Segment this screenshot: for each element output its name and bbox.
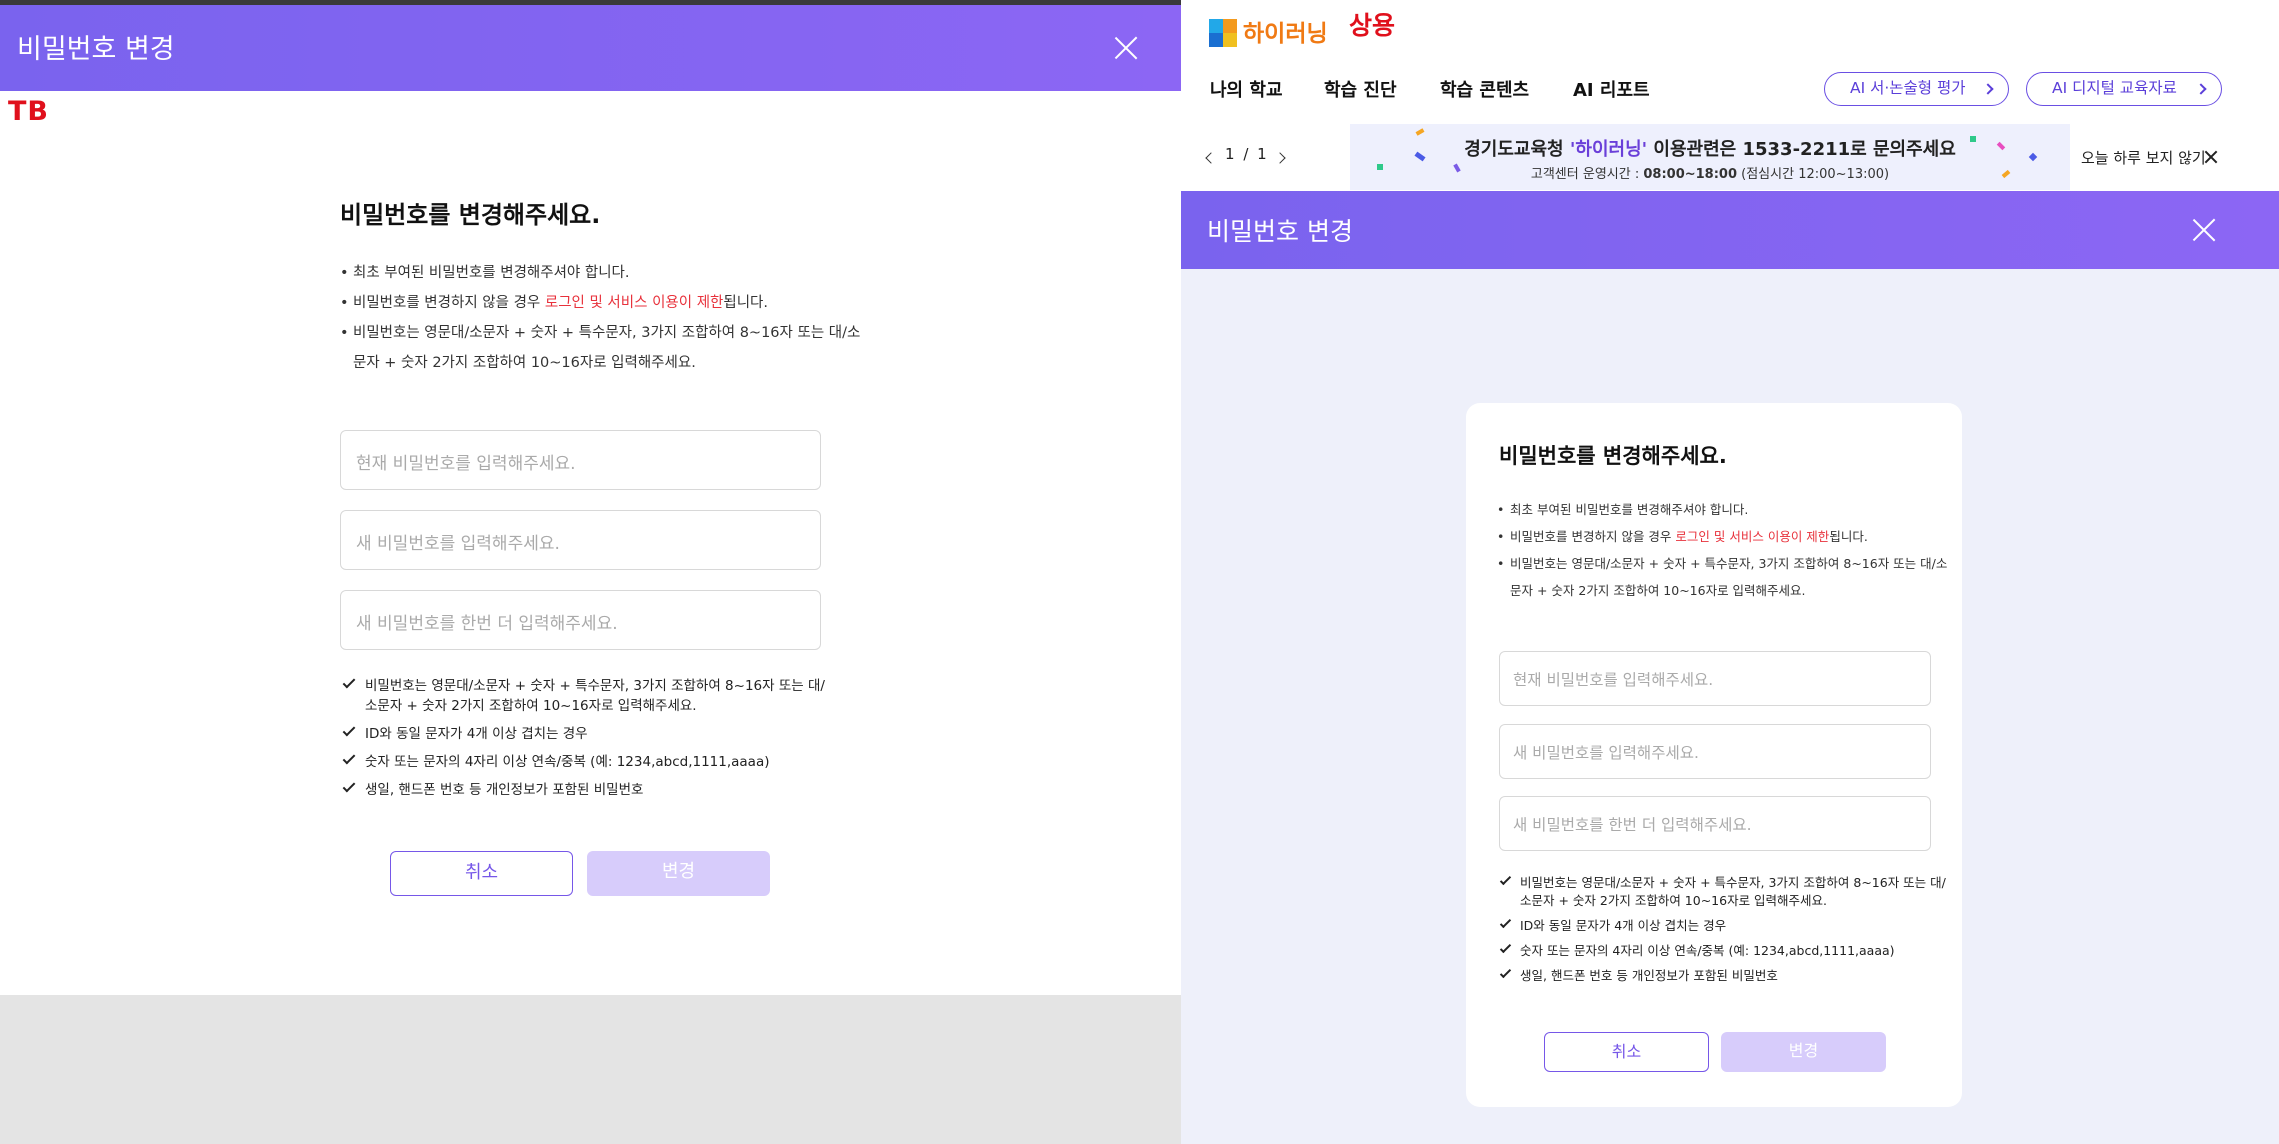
notice-banner[interactable]: 경기도교육청 '하이러닝' 이용관련은 1533-2211로 문의주세요 고객센… bbox=[1350, 124, 2070, 190]
warning-text: 로그인 및 서비스 이용이 제한 bbox=[1675, 529, 1830, 544]
change-button[interactable]: 변경 bbox=[1721, 1032, 1886, 1072]
modal-header: 비밀번호 변경 bbox=[0, 5, 1181, 91]
rule-item: 생일, 핸드폰 번호 등 개인정보가 포함된 비밀번호 bbox=[1499, 966, 1946, 985]
form-heading: 비밀번호를 변경해주세요. bbox=[340, 201, 601, 229]
nav-diagnosis[interactable]: 학습 진단 bbox=[1324, 76, 1397, 102]
close-icon[interactable] bbox=[2204, 150, 2218, 164]
current-password-field[interactable]: 현재 비밀번호를 입력해주세요. bbox=[340, 430, 821, 490]
notice-item: 최초 부여된 비밀번호를 변경해주셔야 합니다. bbox=[340, 258, 860, 288]
nav-content[interactable]: 학습 콘텐츠 bbox=[1440, 76, 1529, 102]
check-icon bbox=[342, 779, 356, 793]
notice-item: 최초 부여된 비밀번호를 변경해주셔야 합니다. bbox=[1497, 496, 1947, 523]
notice-item: 비밀번호는 영문대/소문자 + 숫자 + 특수문자, 3가지 조합하여 8~16… bbox=[1497, 550, 1947, 577]
chevron-right-icon bbox=[1982, 83, 1994, 95]
left-pane-tb: 비밀번호 변경 TB 비밀번호를 변경해주세요. 최초 부여된 비밀번호를 변경… bbox=[0, 0, 1181, 1144]
notice-item-continued: 문자 + 숫자 2가지 조합하여 10~16자로 입력해주세요. bbox=[353, 355, 696, 371]
cancel-button[interactable]: 취소 bbox=[390, 851, 573, 896]
env-label-tb: TB bbox=[8, 96, 49, 127]
rules-list: 비밀번호는 영문대/소문자 + 숫자 + 특수문자, 3가지 조합하여 8~16… bbox=[342, 675, 825, 808]
logo-cube-icon bbox=[1209, 15, 1239, 47]
rule-item: ID와 동일 문자가 4개 이상 겹치는 경우 bbox=[342, 723, 825, 744]
ai-digital-materials-button[interactable]: AI 디지털 교육자료 bbox=[2026, 72, 2222, 106]
rule-item: 숫자 또는 문자의 4자리 이상 연속/중복 (예: 1234,abcd,111… bbox=[342, 751, 825, 772]
warning-text: 로그인 및 서비스 이용이 제한 bbox=[544, 295, 724, 311]
notice-item: 비밀번호를 변경하지 않을 경우 로그인 및 서비스 이용이 제한됩니다. bbox=[1497, 523, 1947, 550]
dismiss-today-link[interactable]: 오늘 하루 보지 않기 bbox=[2081, 147, 2206, 168]
confirm-password-field[interactable]: 새 비밀번호를 한번 더 입력해주세요. bbox=[340, 590, 821, 650]
current-password-field[interactable]: 현재 비밀번호를 입력해주세요. bbox=[1499, 651, 1931, 706]
modal-title: 비밀번호 변경 bbox=[1207, 217, 1353, 246]
rule-item: 비밀번호는 영문대/소문자 + 숫자 + 특수문자, 3가지 조합하여 8~16… bbox=[1499, 873, 1946, 910]
next-arrow-icon[interactable] bbox=[1274, 152, 1286, 164]
right-pane-production: 하이러닝 상용 나의 학교 학습 진단 학습 콘텐츠 AI 리포트 AI 서·논… bbox=[1181, 0, 2279, 1144]
notice-item: 비밀번호를 변경하지 않을 경우 로그인 및 서비스 이용이 제한됩니다. bbox=[340, 288, 860, 318]
check-icon bbox=[342, 675, 356, 689]
notice-list: 최초 부여된 비밀번호를 변경해주셔야 합니다. 비밀번호를 변경하지 않을 경… bbox=[1497, 496, 1947, 604]
change-button[interactable]: 변경 bbox=[587, 851, 770, 896]
prev-arrow-icon[interactable] bbox=[1205, 152, 1217, 164]
rule-item: 비밀번호는 영문대/소문자 + 숫자 + 특수문자, 3가지 조합하여 8~16… bbox=[342, 675, 825, 716]
site-logo[interactable]: 하이러닝 bbox=[1209, 14, 1328, 48]
new-password-field[interactable]: 새 비밀번호를 입력해주세요. bbox=[340, 510, 821, 570]
modal-header: 비밀번호 변경 bbox=[1181, 191, 2279, 269]
nav-my-school[interactable]: 나의 학교 bbox=[1210, 76, 1283, 102]
modal-title: 비밀번호 변경 bbox=[17, 34, 175, 65]
nav-ai-report[interactable]: AI 리포트 bbox=[1573, 76, 1650, 102]
close-icon[interactable] bbox=[2191, 217, 2217, 243]
rule-item: ID와 동일 문자가 4개 이상 겹치는 경우 bbox=[1499, 916, 1946, 935]
notice-item-continued: 문자 + 숫자 2가지 조합하여 10~16자로 입력해주세요. bbox=[1510, 583, 1806, 598]
chevron-right-icon bbox=[2195, 83, 2207, 95]
pager: 1 / 1 bbox=[1225, 145, 1267, 163]
close-icon[interactable] bbox=[1113, 35, 1139, 61]
rules-list: 비밀번호는 영문대/소문자 + 숫자 + 특수문자, 3가지 조합하여 8~16… bbox=[1499, 873, 1946, 992]
new-password-field[interactable]: 새 비밀번호를 입력해주세요. bbox=[1499, 724, 1931, 779]
confirm-password-field[interactable]: 새 비밀번호를 한번 더 입력해주세요. bbox=[1499, 796, 1931, 851]
rule-item: 숫자 또는 문자의 4자리 이상 연속/중복 (예: 1234,abcd,111… bbox=[1499, 941, 1946, 960]
banner-message: 경기도교육청 '하이러닝' 이용관련은 1533-2211로 문의주세요 bbox=[1464, 139, 1956, 160]
banner-hours: 고객센터 운영시간 : 08:00~18:00 (점심시간 12:00~13:0… bbox=[1530, 167, 1890, 182]
cancel-button[interactable]: 취소 bbox=[1544, 1032, 1709, 1072]
logo-text: 하이러닝 bbox=[1243, 21, 1328, 47]
check-icon bbox=[342, 723, 356, 737]
form-heading: 비밀번호를 변경해주세요. bbox=[1499, 444, 1727, 468]
check-icon bbox=[342, 751, 356, 765]
notice-list: 최초 부여된 비밀번호를 변경해주셔야 합니다. 비밀번호를 변경하지 않을 경… bbox=[340, 258, 860, 378]
ai-essay-eval-button[interactable]: AI 서·논술형 평가 bbox=[1824, 72, 2009, 106]
rule-item: 생일, 핸드폰 번호 등 개인정보가 포함된 비밀번호 bbox=[342, 779, 825, 800]
page-backdrop bbox=[0, 995, 1181, 1144]
notice-item: 비밀번호는 영문대/소문자 + 숫자 + 특수문자, 3가지 조합하여 8~16… bbox=[340, 318, 860, 348]
env-label-production: 상용 bbox=[1349, 11, 1396, 40]
